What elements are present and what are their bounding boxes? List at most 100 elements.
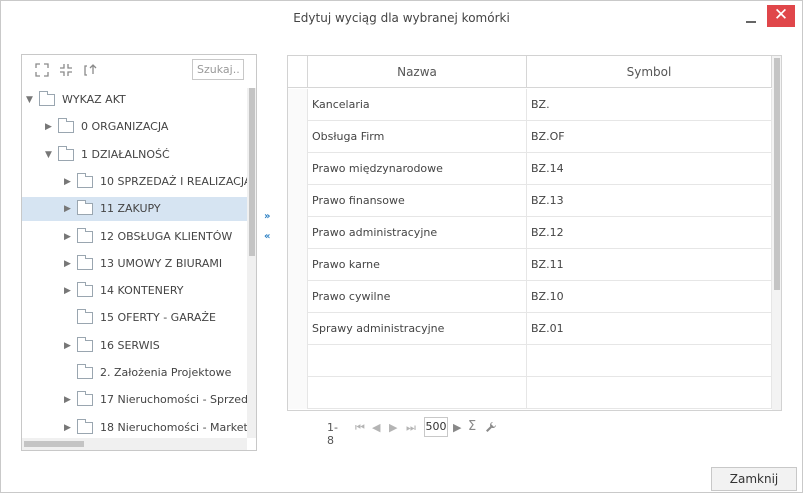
move-right-button[interactable]: » bbox=[264, 211, 278, 223]
page-size-arrow-icon[interactable]: ▶ bbox=[453, 421, 461, 434]
tree-item-label: 1 DZIAŁALNOŚĆ bbox=[81, 147, 170, 161]
tree-item-label: 17 Nieruchomości - Sprzedaż bbox=[100, 393, 247, 407]
tree-item[interactable]: ▶ 18 Nieruchomości - Marketin bbox=[22, 416, 247, 438]
folder-icon bbox=[58, 118, 74, 134]
folder-icon bbox=[77, 254, 93, 270]
expand-all-icon[interactable] bbox=[34, 63, 50, 79]
table-row[interactable] bbox=[288, 377, 772, 409]
table-row[interactable]: Kancelaria BZ. bbox=[288, 89, 772, 121]
cell-symbol: BZ.01 bbox=[527, 313, 772, 345]
tree-item-label: 15 OFERTY - GARAŻE bbox=[100, 311, 216, 325]
table-row[interactable]: Prawo administracyjne BZ.12 bbox=[288, 217, 772, 249]
refresh-icon[interactable] bbox=[82, 63, 98, 79]
table-row[interactable]: Prawo karne BZ.11 bbox=[288, 249, 772, 281]
expand-arrow-icon[interactable]: ▶ bbox=[64, 252, 74, 276]
expand-arrow-icon[interactable]: ▶ bbox=[64, 197, 74, 221]
tree-item[interactable]: ▼ WYKAZ AKT bbox=[22, 88, 247, 112]
minimize-icon[interactable] bbox=[743, 9, 759, 25]
first-page-icon[interactable]: ⏮ bbox=[355, 421, 365, 435]
cell-nazwa: Prawo finansowe bbox=[308, 185, 527, 217]
folder-icon bbox=[77, 336, 93, 352]
tree-vertical-scrollbar[interactable] bbox=[247, 88, 256, 438]
expand-arrow-icon[interactable]: ▶ bbox=[64, 170, 74, 194]
close-icon[interactable]: ✕ bbox=[767, 5, 795, 27]
grid-header-rownum bbox=[288, 56, 308, 88]
grid-vertical-scroll-thumb[interactable] bbox=[774, 58, 780, 290]
collapse-arrow-icon[interactable]: ▼ bbox=[26, 88, 36, 112]
tree-search-input[interactable] bbox=[192, 59, 244, 80]
table-row[interactable]: Prawo międzynarodowe BZ.14 bbox=[288, 153, 772, 185]
row-number-cell bbox=[288, 377, 308, 409]
grid-header-symbol[interactable]: Symbol bbox=[527, 56, 772, 88]
expand-arrow-icon[interactable]: ▶ bbox=[64, 279, 74, 303]
collapse-all-icon[interactable] bbox=[58, 63, 74, 79]
tree-item[interactable]: ▶ 0 ORGANIZACJA bbox=[22, 115, 247, 139]
folder-icon bbox=[77, 418, 93, 434]
expand-arrow-icon[interactable]: ▶ bbox=[64, 225, 74, 249]
cell-symbol bbox=[527, 345, 772, 377]
expand-arrow-icon[interactable]: ▶ bbox=[64, 416, 74, 438]
folder-icon bbox=[77, 309, 93, 325]
records-grid: Nazwa Symbol Kancelaria BZ. Obsługa Firm BZ… bbox=[287, 55, 782, 411]
tree-vertical-scroll-thumb[interactable] bbox=[249, 88, 255, 256]
table-row[interactable]: Prawo finansowe BZ.13 bbox=[288, 185, 772, 217]
table-row[interactable]: Prawo cywilne BZ.10 bbox=[288, 281, 772, 313]
grid-header-nazwa[interactable]: Nazwa bbox=[308, 56, 527, 88]
row-number-cell bbox=[288, 185, 308, 217]
folder-icon bbox=[58, 145, 74, 161]
cell-symbol: BZ.10 bbox=[527, 281, 772, 313]
tree-item[interactable]: ▶ 12 OBSŁUGA KLIENTÓW bbox=[22, 225, 247, 249]
cell-symbol: BZ. bbox=[527, 89, 772, 121]
tree-toolbar bbox=[22, 55, 256, 87]
row-number-cell bbox=[288, 345, 308, 377]
row-number-cell bbox=[288, 153, 308, 185]
row-number-cell bbox=[288, 313, 308, 345]
tree-item[interactable]: ▶ 17 Nieruchomości - Sprzedaż bbox=[22, 388, 247, 412]
close-button[interactable]: Zamknij bbox=[711, 467, 797, 491]
expand-arrow-icon[interactable]: ▶ bbox=[45, 115, 55, 139]
page-size-input[interactable]: 500 bbox=[424, 417, 448, 437]
next-page-icon[interactable]: ▶ bbox=[389, 421, 397, 434]
settings-wrench-icon[interactable] bbox=[485, 421, 497, 436]
sum-icon[interactable]: Σ bbox=[468, 419, 476, 434]
tree-item[interactable]: ▶ 16 SERWIS bbox=[22, 334, 247, 358]
collapse-arrow-icon[interactable]: ▼ bbox=[45, 143, 55, 167]
tree-horizontal-scroll-thumb[interactable] bbox=[24, 441, 84, 447]
prev-page-icon[interactable]: ◀ bbox=[372, 421, 380, 434]
tree-item[interactable]: ▶ 11 ZAKUPY bbox=[22, 197, 247, 222]
table-row[interactable]: Obsługa Firm BZ.OF bbox=[288, 121, 772, 153]
cell-symbol bbox=[527, 377, 772, 409]
last-page-icon[interactable]: ⏭ bbox=[406, 421, 416, 435]
folder-icon bbox=[77, 172, 93, 188]
tree-item[interactable]: 2. Założenia Projektowe bbox=[22, 361, 247, 385]
cell-symbol: BZ.13 bbox=[527, 185, 772, 217]
grid-vertical-scrollbar[interactable] bbox=[772, 56, 781, 410]
tree-item-label: WYKAZ AKT bbox=[62, 93, 126, 106]
dialog-title: Edytuj wyciąg dla wybranej komórki bbox=[293, 11, 510, 25]
table-row[interactable] bbox=[288, 345, 772, 377]
tree-horizontal-scrollbar[interactable] bbox=[22, 438, 247, 450]
title-bar: Edytuj wyciąg dla wybranej komórki ✕ bbox=[1, 1, 802, 33]
folder-icon bbox=[77, 200, 93, 216]
folder-icon bbox=[77, 391, 93, 407]
tree-item[interactable]: 15 OFERTY - GARAŻE bbox=[22, 306, 247, 330]
table-row[interactable]: Sprawy administracyjne BZ.01 bbox=[288, 313, 772, 345]
tree-item-label: 18 Nieruchomości - Marketin bbox=[100, 420, 247, 434]
tree-list: ▼ WYKAZ AKT ▶ 0 ORGANIZACJA ▼ 1 DZIAŁALNOŚĆ ▶ 1… bbox=[22, 88, 247, 438]
tree-item-label: 2. Założenia Projektowe bbox=[100, 366, 232, 379]
folder-icon bbox=[39, 91, 55, 106]
tree-item[interactable]: ▼ 1 DZIAŁALNOŚĆ bbox=[22, 143, 247, 167]
expand-arrow-icon[interactable]: ▶ bbox=[64, 388, 74, 412]
tree-item[interactable]: ▶ 14 KONTENERY bbox=[22, 279, 247, 303]
tree-item-label: 10 SPRZEDAŻ I REALIZACJA U bbox=[100, 174, 247, 188]
tree-item-label: 0 ORGANIZACJA bbox=[81, 120, 169, 134]
row-number-cell bbox=[288, 89, 308, 121]
move-left-button[interactable]: « bbox=[264, 231, 278, 243]
tree-panel: ▼ WYKAZ AKT ▶ 0 ORGANIZACJA ▼ 1 DZIAŁALNOŚĆ ▶ 1… bbox=[21, 54, 257, 451]
tree-item[interactable]: ▶ 13 UMOWY Z BIURAMI bbox=[22, 252, 247, 276]
dialog-window: Edytuj wyciąg dla wybranej komórki ✕ ▼ WY… bbox=[0, 0, 803, 493]
tree-item[interactable]: ▶ 10 SPRZEDAŻ I REALIZACJA U bbox=[22, 170, 247, 194]
row-number-cell bbox=[288, 217, 308, 249]
expand-arrow-icon[interactable]: ▶ bbox=[64, 334, 74, 358]
cell-nazwa: Prawo cywilne bbox=[308, 281, 527, 313]
